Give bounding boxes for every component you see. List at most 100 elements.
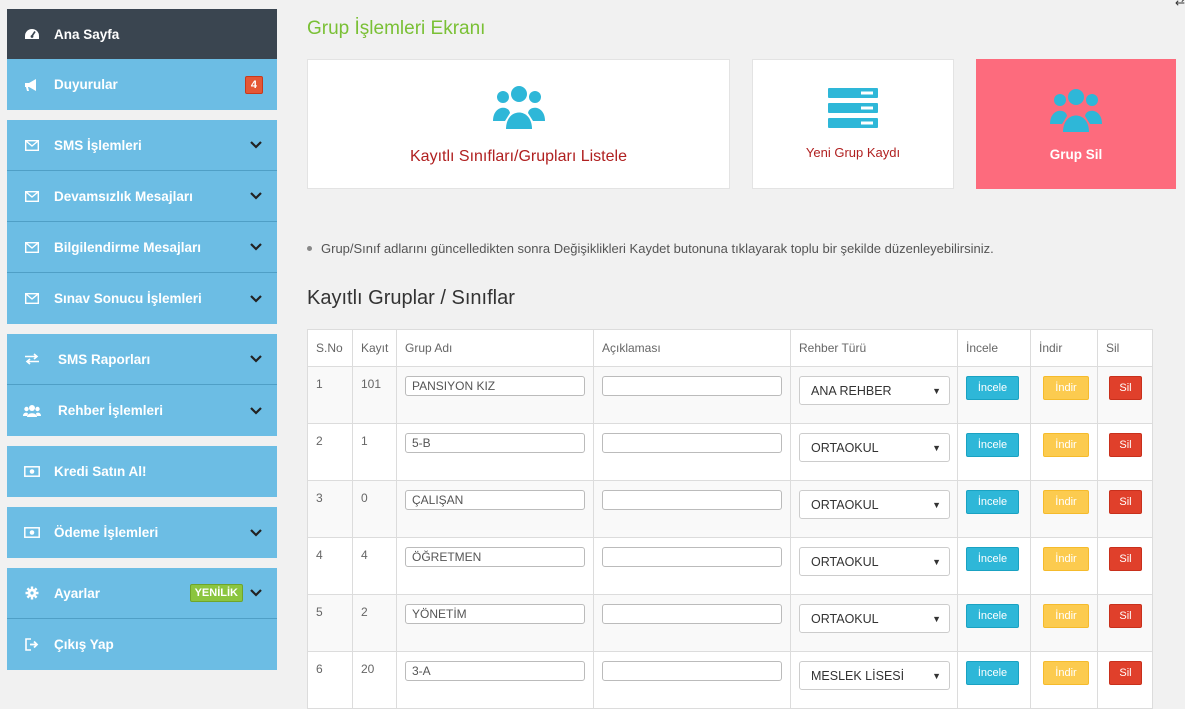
delete-button[interactable]: Sil	[1109, 490, 1142, 514]
description-input[interactable]	[602, 661, 782, 681]
select-value: ORTAOKUL	[811, 611, 879, 626]
list-groups-card[interactable]: Kayıtlı Sınıfları/Grupları Listele	[307, 59, 730, 189]
download-button[interactable]: İndir	[1043, 433, 1089, 457]
sidebar-item-devamsizlik[interactable]: Devamsızlık Mesajları	[7, 171, 277, 222]
sidebar-item-label: Bilgilendirme Mesajları	[54, 239, 202, 255]
description-input[interactable]	[602, 490, 782, 510]
kayit-cell: 1	[352, 423, 397, 481]
download-button[interactable]: İndir	[1043, 490, 1089, 514]
server-list-icon	[828, 88, 878, 131]
column-header: Sil	[1097, 329, 1153, 367]
kayit-cell: 2	[352, 594, 397, 652]
group-name-input[interactable]	[405, 490, 585, 510]
envelope-icon	[22, 137, 42, 153]
notification-badge: 4	[244, 75, 263, 94]
download-button[interactable]: İndir	[1043, 547, 1089, 571]
chevron-down-icon	[249, 138, 263, 152]
table-row: 2 1 ORTAOKUL ▼ İncele İndir Sil	[307, 423, 1153, 481]
delete-button[interactable]: Sil	[1109, 604, 1142, 628]
group-name-input[interactable]	[405, 433, 585, 453]
kayit-cell: 101	[352, 366, 397, 424]
caret-down-icon: ▼	[932, 670, 941, 681]
description-input[interactable]	[602, 433, 782, 453]
sidebar-item-sinav-sonucu[interactable]: Sınav Sonucu İşlemleri	[7, 273, 277, 324]
download-button[interactable]: İndir	[1043, 376, 1089, 400]
column-header: Açıklaması	[593, 329, 791, 367]
description-input[interactable]	[602, 604, 782, 624]
settings-icon[interactable]: ⇄	[1175, 0, 1185, 8]
megaphone-icon	[22, 77, 42, 93]
rehber-type-select[interactable]: ORTAOKUL ▼	[799, 433, 950, 462]
nav-group-sms: SMS İşlemleri Devamsızlık Mesajları Bilg…	[7, 120, 277, 324]
chevron-down-icon	[249, 526, 263, 540]
table-row: 4 4 ORTAOKUL ▼ İncele İndir Sil	[307, 537, 1153, 595]
chevron-down-icon	[249, 352, 263, 366]
inspect-button[interactable]: İncele	[966, 490, 1019, 514]
sidebar-item-label: Devamsızlık Mesajları	[54, 188, 193, 204]
column-header: Kayıt	[352, 329, 397, 367]
group-name-input[interactable]	[405, 661, 585, 681]
nav-group-reports: SMS Raporları Rehber İşlemleri	[7, 334, 277, 436]
sidebar-item-duyurular[interactable]: Duyurular 4	[7, 59, 277, 110]
chevron-down-icon	[249, 240, 263, 254]
select-value: ORTAOKUL	[811, 440, 879, 455]
inspect-button[interactable]: İncele	[966, 547, 1019, 571]
users-icon	[1050, 86, 1102, 137]
group-name-input[interactable]	[405, 376, 585, 396]
select-value: ANA REHBER	[811, 383, 892, 398]
nav-group-settings: Ayarlar YENİLİK Çıkış Yap	[7, 568, 277, 670]
sidebar-item-sms-islemleri[interactable]: SMS İşlemleri	[7, 120, 277, 171]
select-value: MESLEK LİSESİ	[811, 668, 905, 683]
new-group-card[interactable]: Yeni Grup Kaydı	[752, 59, 954, 189]
caret-down-icon: ▼	[932, 442, 941, 453]
delete-button[interactable]: Sil	[1109, 376, 1142, 400]
caret-down-icon: ▼	[932, 613, 941, 624]
delete-button[interactable]: Sil	[1109, 661, 1142, 685]
sidebar-item-rehber[interactable]: Rehber İşlemleri	[7, 385, 277, 436]
sno-cell: 5	[307, 594, 353, 652]
rehber-type-select[interactable]: ANA REHBER ▼	[799, 376, 950, 405]
groups-table: S.No Kayıt Grup Adı Açıklaması Rehber Tü…	[307, 329, 1153, 709]
table-row: 1 101 ANA REHBER ▼ İncele İndir Sil	[307, 366, 1153, 424]
sidebar-item-kredi[interactable]: Kredi Satın Al!	[7, 446, 277, 497]
download-button[interactable]: İndir	[1043, 604, 1089, 628]
column-header: İndir	[1030, 329, 1098, 367]
bullet-icon	[307, 246, 312, 252]
inspect-button[interactable]: İncele	[966, 433, 1019, 457]
sign-out-icon	[22, 637, 42, 653]
description-input[interactable]	[602, 547, 782, 567]
sidebar-item-bilgilendirme[interactable]: Bilgilendirme Mesajları	[7, 222, 277, 273]
sidebar-item-ana-sayfa[interactable]: Ana Sayfa	[7, 9, 277, 59]
download-button[interactable]: İndir	[1043, 661, 1089, 685]
kayit-cell: 20	[352, 651, 397, 709]
column-header: Rehber Türü	[790, 329, 958, 367]
delete-group-card[interactable]: Grup Sil	[976, 59, 1176, 189]
sidebar-item-sms-raporlari[interactable]: SMS Raporları	[7, 334, 277, 385]
delete-button[interactable]: Sil	[1109, 433, 1142, 457]
description-input[interactable]	[602, 376, 782, 396]
rehber-type-select[interactable]: ORTAOKUL ▼	[799, 490, 950, 519]
envelope-icon	[22, 188, 42, 204]
sidebar-item-cikis[interactable]: Çıkış Yap	[7, 619, 277, 670]
inspect-button[interactable]: İncele	[966, 376, 1019, 400]
delete-button[interactable]: Sil	[1109, 547, 1142, 571]
rehber-type-select[interactable]: ORTAOKUL ▼	[799, 547, 950, 576]
sno-cell: 2	[307, 423, 353, 481]
rehber-type-select[interactable]: ORTAOKUL ▼	[799, 604, 950, 633]
chevron-down-icon	[249, 586, 263, 600]
card-label: Yeni Grup Kaydı	[805, 145, 901, 160]
sidebar-item-ayarlar[interactable]: Ayarlar YENİLİK	[7, 568, 277, 619]
group-name-input[interactable]	[405, 604, 585, 624]
inspect-button[interactable]: İncele	[966, 661, 1019, 685]
sidebar-item-label: Ayarlar	[54, 585, 101, 601]
card-label: Kayıtlı Sınıfları/Grupları Listele	[410, 147, 627, 165]
page-title: Grup İşlemleri Ekranı	[307, 18, 486, 39]
dashboard-icon	[22, 26, 42, 42]
nav-group-home: Ana Sayfa Duyurular 4	[7, 9, 277, 110]
inspect-button[interactable]: İncele	[966, 604, 1019, 628]
sidebar-item-odeme[interactable]: Ödeme İşlemleri	[7, 507, 277, 558]
info-text: Grup/Sınıf adlarını güncelledikten sonra…	[321, 241, 994, 256]
rehber-type-select[interactable]: MESLEK LİSESİ ▼	[799, 661, 950, 690]
group-name-input[interactable]	[405, 547, 585, 567]
money-icon	[22, 464, 42, 480]
